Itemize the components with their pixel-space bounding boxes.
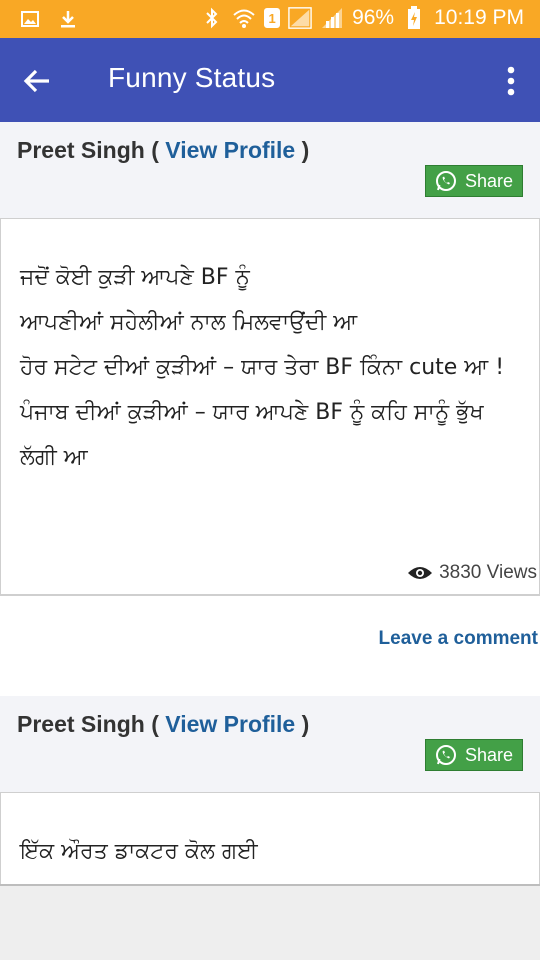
page-title: Funny Status	[108, 62, 276, 93]
wifi-icon	[232, 6, 256, 30]
whatsapp-icon	[435, 171, 456, 191]
overflow-menu-button[interactable]	[504, 64, 518, 98]
share-button[interactable]: Share	[425, 165, 523, 197]
author-line: Preet Singh ( View Profile )	[17, 711, 309, 738]
view-profile-link[interactable]: View Profile	[165, 137, 295, 163]
back-arrow-icon	[23, 69, 49, 93]
sim-icon: 1	[264, 8, 281, 28]
open-paren: (	[144, 711, 166, 737]
post-body: ਜਦੋਂ ਕੋਈ ਕੁੜੀ ਆਪਣੇ BF ਨੂੰ ਆਪਣੀਆਂ ਸਹੇਲੀਆਂ…	[0, 219, 540, 594]
comment-section: Leave a comment	[0, 594, 540, 696]
post-header: Preet Singh ( View Profile ) Share	[0, 696, 540, 793]
whatsapp-icon	[435, 745, 456, 765]
open-paren: (	[144, 137, 166, 163]
share-label: Share	[464, 170, 514, 191]
clock: 10:19 PM	[434, 6, 524, 29]
post-text: ਇੱਕ ਔਰਤ ਡਾਕਟਰ ਕੋਲ ਗਈ	[20, 839, 258, 864]
author-line: Preet Singh ( View Profile )	[17, 137, 309, 164]
post-body: ਇੱਕ ਔਰਤ ਡਾਕਟਰ ਕੋਲ ਗਈ	[0, 793, 540, 884]
back-button[interactable]	[20, 64, 54, 98]
author-name: Preet Singh	[17, 711, 145, 737]
close-paren: )	[295, 137, 310, 163]
bluetooth-icon	[200, 6, 224, 30]
share-button[interactable]: Share	[425, 739, 523, 771]
signal-icon	[320, 6, 344, 30]
views-label: 3830 Views	[439, 562, 537, 583]
bottom-empty-area	[0, 884, 540, 960]
post-header: Preet Singh ( View Profile ) Share	[0, 122, 540, 219]
view-profile-link[interactable]: View Profile	[165, 711, 295, 737]
status-bar: 1 96% 10:19 PM	[0, 0, 540, 38]
feed[interactable]: Preet Singh ( View Profile ) Share ਜਦੋਂ …	[0, 122, 540, 884]
eye-icon	[408, 567, 433, 579]
battery-percent: 96%	[352, 6, 395, 29]
gallery-icon	[18, 7, 42, 31]
author-name: Preet Singh	[17, 137, 145, 163]
view-count: 3830 Views	[407, 562, 537, 584]
close-paren: )	[295, 711, 310, 737]
signal-icon	[288, 6, 312, 30]
app-bar: Funny Status	[0, 38, 540, 122]
overflow-menu-icon	[507, 66, 515, 96]
post-text: ਜਦੋਂ ਕੋਈ ਕੁੜੀ ਆਪਣੇ BF ਨੂੰ ਆਪਣੀਆਂ ਸਹੇਲੀਆਂ…	[20, 265, 505, 470]
battery-charging-icon	[402, 6, 426, 30]
leave-comment-link[interactable]: Leave a comment	[379, 628, 538, 650]
share-label: Share	[464, 744, 514, 765]
download-icon	[56, 7, 80, 31]
